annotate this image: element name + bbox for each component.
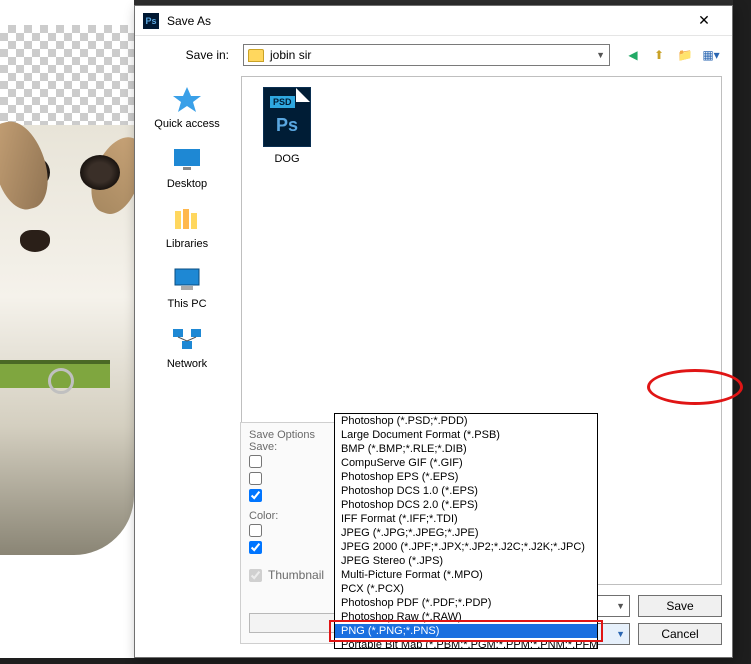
save-opt-checkbox-3[interactable] <box>249 489 262 502</box>
format-option[interactable]: Multi-Picture Format (*.MPO) <box>335 568 597 582</box>
psd-file-icon: PSD Ps <box>263 87 311 147</box>
new-folder-icon[interactable]: 📁 <box>676 46 694 64</box>
format-option[interactable]: PCX (*.PCX) <box>335 582 597 596</box>
place-desktop[interactable]: Desktop <box>139 144 235 190</box>
file-item-label: DOG <box>274 153 299 165</box>
photoshop-app-icon: Ps <box>143 13 159 29</box>
format-option[interactable]: Photoshop DCS 1.0 (*.EPS) <box>335 484 597 498</box>
place-label: Desktop <box>167 178 207 190</box>
up-one-level-icon[interactable]: ⬆ <box>650 46 668 64</box>
format-option[interactable]: IFF Format (*.IFF;*.TDI) <box>335 512 597 526</box>
save-in-row: Save in: jobin sir ▼ ◀ ⬆ 📁 ▦▾ <box>135 36 732 74</box>
thumbnail-checkbox <box>249 569 262 582</box>
quick-access-icon <box>169 84 205 114</box>
save-button[interactable]: Save <box>638 595 722 617</box>
psd-badge: PSD <box>270 96 295 108</box>
format-option[interactable]: Photoshop (*.PSD;*.PDD) <box>335 414 597 428</box>
format-option[interactable]: BMP (*.BMP;*.RLE;*.DIB) <box>335 442 597 456</box>
dog-image <box>0 125 134 555</box>
chevron-down-icon[interactable]: ▼ <box>616 629 625 639</box>
save-opt-checkbox-2[interactable] <box>249 472 262 485</box>
format-option[interactable]: JPEG 2000 (*.JPF;*.JPX;*.JP2;*.J2C;*.J2K… <box>335 540 597 554</box>
app-frame-bottom <box>0 658 751 664</box>
back-icon[interactable]: ◀ <box>624 46 642 64</box>
place-label: Network <box>167 358 207 370</box>
format-option[interactable]: JPEG (*.JPG;*.JPEG;*.JPE) <box>335 526 597 540</box>
network-icon <box>169 324 205 354</box>
format-option[interactable]: JPEG Stereo (*.JPS) <box>335 554 597 568</box>
format-option[interactable]: Portable Bit Map (*.PBM;*.PGM;*.PPM;*.PN… <box>335 638 597 649</box>
color-opt-checkbox-2[interactable] <box>249 541 262 554</box>
format-option[interactable]: Large Document Format (*.PSB) <box>335 428 597 442</box>
save-opt-checkbox-1[interactable] <box>249 455 262 468</box>
libraries-icon <box>169 204 205 234</box>
chevron-down-icon[interactable]: ▼ <box>616 601 625 611</box>
psd-mark: Ps <box>264 115 310 136</box>
close-button[interactable]: ✕ <box>684 12 724 29</box>
save-in-combo[interactable]: jobin sir ▼ <box>243 44 610 66</box>
dialog-title: Save As <box>167 14 684 28</box>
chevron-down-icon: ▼ <box>596 50 605 60</box>
place-label: Libraries <box>166 238 208 250</box>
place-quick-access[interactable]: Quick access <box>139 84 235 130</box>
thumbnail-label: Thumbnail <box>268 568 324 582</box>
place-network[interactable]: Network <box>139 324 235 370</box>
format-option[interactable]: Photoshop Raw (*.RAW) <box>335 610 597 624</box>
format-option[interactable]: Photoshop DCS 2.0 (*.EPS) <box>335 498 597 512</box>
format-option[interactable]: Photoshop EPS (*.EPS) <box>335 470 597 484</box>
format-option[interactable]: CompuServe GIF (*.GIF) <box>335 456 597 470</box>
save-in-value: jobin sir <box>270 48 311 62</box>
format-dropdown-list[interactable]: Photoshop (*.PSD;*.PDD)Large Document Fo… <box>334 413 598 649</box>
this-pc-icon <box>169 264 205 294</box>
view-menu-icon[interactable]: ▦▾ <box>702 46 720 64</box>
place-label: Quick access <box>154 118 219 130</box>
nav-icon-group: ◀ ⬆ 📁 ▦▾ <box>616 46 720 64</box>
place-libraries[interactable]: Libraries <box>139 204 235 250</box>
save-in-label: Save in: <box>147 48 237 62</box>
app-frame-right <box>733 0 751 664</box>
background-panel <box>0 0 134 664</box>
place-this-pc[interactable]: This PC <box>139 264 235 310</box>
color-opt-checkbox-1[interactable] <box>249 524 262 537</box>
transparency-checkerboard <box>0 25 134 125</box>
desktop-icon <box>169 144 205 174</box>
file-item-dog[interactable]: PSD Ps DOG <box>252 87 322 165</box>
titlebar: Ps Save As ✕ <box>135 6 732 36</box>
format-option[interactable]: Photoshop PDF (*.PDF;*.PDP) <box>335 596 597 610</box>
format-option[interactable]: PNG (*.PNG;*.PNS) <box>335 624 597 638</box>
places-sidebar: Quick access Desktop Libraries This PC <box>135 74 239 655</box>
place-label: This PC <box>167 298 206 310</box>
folder-icon <box>248 49 264 62</box>
cancel-button[interactable]: Cancel <box>638 623 722 645</box>
